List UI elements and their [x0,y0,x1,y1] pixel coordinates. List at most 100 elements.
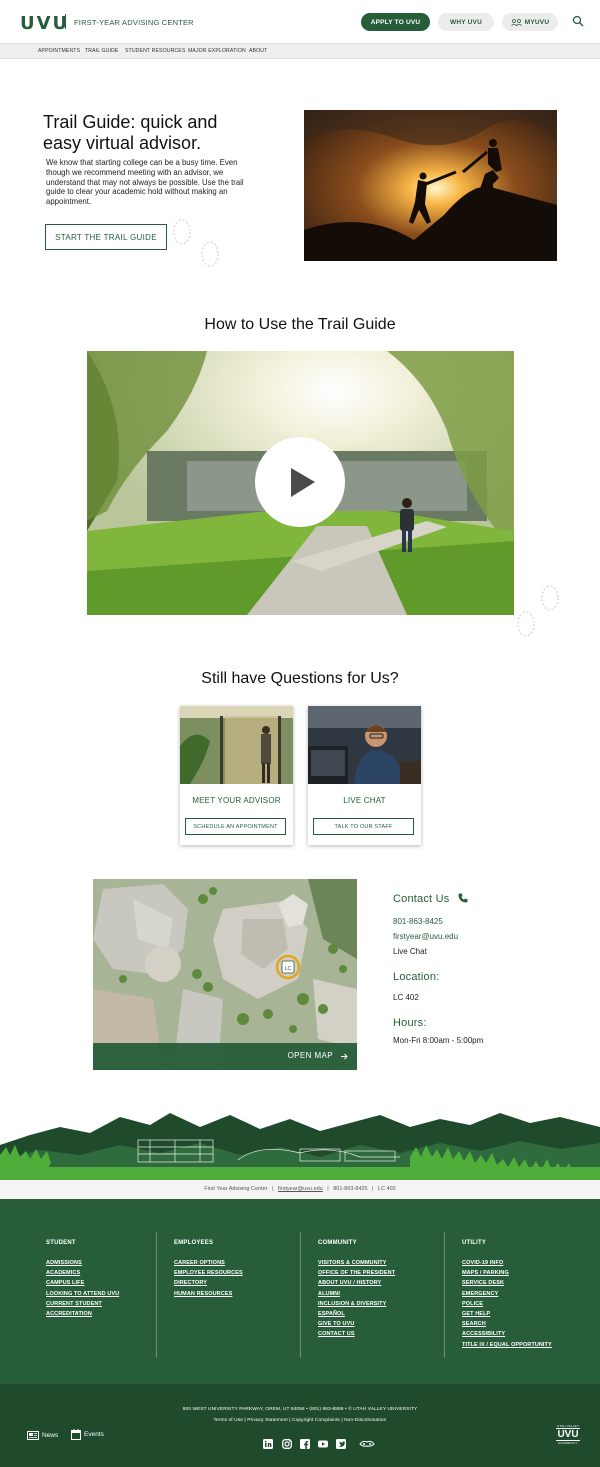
search-icon[interactable] [572,15,584,27]
footer-link[interactable]: COVID-19 INFO [462,1258,552,1268]
contact-title: Contact Us [393,893,450,905]
calendar-icon [71,1429,81,1440]
footer-link[interactable]: CURRENT STUDENT [46,1299,119,1309]
why-uvu-button[interactable]: WHY UVU [438,13,494,31]
footer-link[interactable]: ACCESSIBILITY [462,1329,552,1339]
footer-utility-column: UTILITY COVID-19 INFO MAPS / PARKING SER… [462,1240,552,1350]
subnav-about[interactable]: ABOUT [249,48,267,54]
footer-utility-heading: UTILITY [462,1240,487,1246]
uvu-logo[interactable]: UVU [20,13,69,34]
footer-link[interactable]: ACADEMICS [46,1268,119,1278]
footer-link[interactable]: VISITORS & COMMUNITY [318,1258,395,1268]
advisor-card-image [180,706,293,784]
chat-card-image [308,706,421,784]
facebook-icon[interactable] [300,1439,310,1449]
instagram-icon[interactable] [282,1439,292,1449]
footer-link[interactable]: ACCREDITATION [46,1309,119,1319]
footer-link[interactable]: CAREER OPTIONS [174,1258,243,1268]
chat-card: LIVE CHAT TALK TO OUR STAFF [308,706,421,845]
start-trail-guide-button[interactable]: START THE TRAIL GUIDE [45,224,167,250]
footer-link[interactable]: ESPAÑOL [318,1309,395,1319]
footer-link[interactable]: SERVICE DESK [462,1278,552,1288]
open-map-label[interactable]: OPEN MAP [288,1051,333,1060]
mountain-skyline-illustration [0,1113,600,1180]
contact-email[interactable]: firstyear@uvu.edu [393,932,458,941]
badge-bottom-text: UNIVERSITY [557,1441,578,1445]
footer-legal-links[interactable]: Terms of Use | Privacy Statement | Copyr… [0,1418,600,1423]
footer-community-column: COMMUNITY VISITORS & COMMUNITY OFFICE OF… [318,1240,395,1340]
footer-link[interactable]: OFFICE OF THE PRESIDENT [318,1268,395,1278]
footer-link[interactable]: DIRECTORY [174,1278,243,1288]
footer-link[interactable]: INCLUSION & DIVERSITY [318,1299,395,1309]
hero-image-hikers [304,110,557,261]
twitter-icon[interactable] [336,1439,346,1449]
footer-link[interactable]: EMERGENCY [462,1289,552,1299]
phone-icon [458,893,468,903]
open-map-bar[interactable]: OPEN MAP [93,1043,357,1070]
location-heading: Location: [393,971,440,983]
linkedin-icon[interactable] [263,1439,273,1449]
footer-student-column: STUDENT ADMISSIONS ACADEMICS CAMPUS LIFE… [46,1240,119,1319]
footer-employees-heading: EMPLOYEES [174,1240,214,1246]
footer-employees-column: EMPLOYEES CAREER OPTIONS EMPLOYEE RESOUR… [174,1240,243,1299]
info-bar: First Year Advising Center | firstyear@u… [0,1180,600,1199]
footprints-decoration [173,219,219,267]
talk-to-staff-button[interactable]: TALK TO OUR STAFF [313,818,414,835]
advisor-card-title: MEET YOUR ADVISOR [192,796,281,805]
hours-heading: Hours: [393,1017,427,1029]
info-phone: 801-863-8425 [333,1186,368,1192]
questions-heading: Still have Questions for Us? [201,670,399,687]
news-label: News [42,1432,59,1439]
subnav-major-exploration[interactable]: MAJOR EXPLORATION [188,48,246,54]
myuvu-label: MYUVU [524,18,550,26]
footer-student-heading: STUDENT [46,1240,76,1246]
people-icon [510,18,522,26]
department-title[interactable]: FIRST-YEAR ADVISING CENTER [74,18,194,27]
info-email[interactable]: firstyear@uvu.edu [278,1186,323,1192]
footer-link[interactable]: EMPLOYEE RESOURCES [174,1268,243,1278]
footer-address: 800 WEST UNIVERSITY PARKWAY, OREM, UT 84… [182,1407,418,1412]
footer-link[interactable]: CAMPUS LIFE [46,1278,119,1288]
footer-divider [156,1232,157,1358]
footer-community-heading: COMMUNITY [318,1240,357,1246]
video-heading: How to Use the Trail Guide [204,316,396,333]
events-label: Events [84,1431,104,1438]
apply-button[interactable]: APPLY TO UVU [361,13,430,31]
campus-map[interactable]: LC OPEN MAP [93,879,357,1070]
schedule-appointment-button[interactable]: SCHEDULE AN APPOINTMENT [185,818,286,835]
video-player[interactable] [87,351,514,615]
contact-phone[interactable]: 801-863-8425 [393,917,443,926]
footer-link[interactable]: GET HELP [462,1309,552,1319]
footer-link[interactable]: POLICE [462,1299,552,1309]
live-chat-link[interactable]: Live Chat [393,947,427,956]
location-value: LC 402 [393,993,419,1002]
snapchat-icon[interactable] [359,1439,375,1449]
youtube-icon[interactable] [318,1439,328,1449]
sub-navigation: APPOINTMENTS TRAIL GUIDE STUDENT RESOURC… [0,43,600,59]
footer-link[interactable]: ABOUT UVU / HISTORY [318,1278,395,1288]
footer-link[interactable]: LOOKING TO ATTEND UVU [46,1289,119,1299]
info-dept-name: First Year Advising Center [204,1186,268,1192]
footer-link[interactable]: SEARCH [462,1319,552,1329]
uvu-footer-badge[interactable]: UTAH VALLEY UVU UNIVERSITY [556,1424,580,1446]
footer-link[interactable]: CONTACT US [318,1329,395,1339]
subnav-trail-guide[interactable]: TRAIL GUIDE [85,48,118,54]
footprints-decoration [517,585,559,637]
subnav-student-resources[interactable]: STUDENT RESOURCES [125,48,185,54]
footer-link[interactable]: HUMAN RESOURCES [174,1289,243,1299]
footer-link[interactable]: MAPS / PARKING [462,1268,552,1278]
news-link[interactable]: News [27,1431,58,1440]
footer-link[interactable]: GIVE TO UVU [318,1319,395,1329]
events-link[interactable]: Events [71,1429,104,1440]
site-header: UVU FIRST-YEAR ADVISING CENTER APPLY TO … [0,0,600,43]
footer-link[interactable]: TITLE IX / EQUAL OPPORTUNITY [462,1340,552,1350]
footer-divider [300,1232,301,1358]
newspaper-icon [27,1431,39,1440]
footer-link[interactable]: ALUMNI [318,1289,395,1299]
subnav-appointments[interactable]: APPOINTMENTS [38,48,80,54]
myuvu-button[interactable]: MYUVU [502,13,558,31]
badge-top-text: UTAH VALLEY [556,1424,580,1428]
chat-card-title: LIVE CHAT [343,796,386,805]
footer-link[interactable]: ADMISSIONS [46,1258,119,1268]
hero-intro-text: We know that starting college can be a b… [46,158,244,207]
